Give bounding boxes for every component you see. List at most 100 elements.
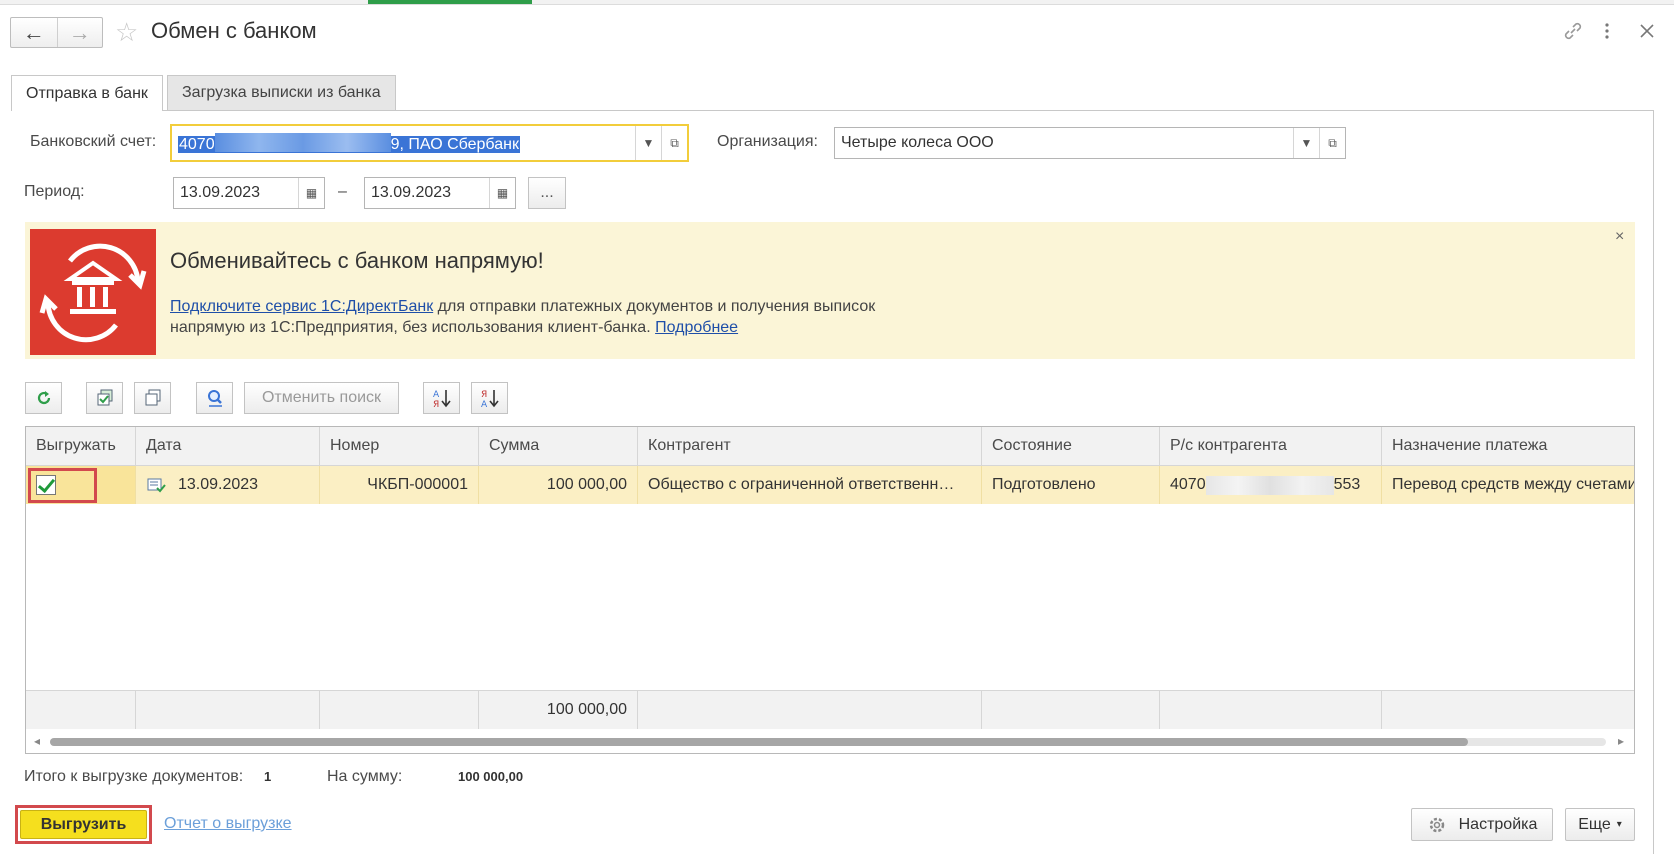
close-icon[interactable]: [1638, 20, 1656, 48]
export-checkbox[interactable]: [36, 475, 56, 495]
search-button[interactable]: [196, 382, 233, 414]
sort-descending-button[interactable]: ЯА: [471, 382, 508, 414]
export-button[interactable]: Выгрузить: [20, 810, 147, 839]
settings-label: Настройка: [1458, 815, 1538, 833]
sum-cell: 100 000,00: [479, 466, 638, 504]
table-row[interactable]: 13.09.2023 ЧКБП-000001 100 000,00 Общест…: [26, 466, 1635, 504]
bank-account-prefix: 4070: [179, 135, 215, 153]
bank-account-label: Банковский счет:: [30, 133, 157, 150]
banner-close-icon[interactable]: ×: [1615, 228, 1624, 246]
footer-sum-cell: 100 000,00: [479, 691, 638, 729]
footer-cell: [26, 691, 136, 729]
footer-cell: [320, 691, 479, 729]
link-icon[interactable]: [1562, 20, 1584, 48]
column-header-number[interactable]: Номер: [320, 427, 479, 465]
svg-text:Я: Я: [433, 400, 439, 409]
arrow-left-icon: ←: [22, 19, 45, 45]
sort-ascending-icon: АЯ: [433, 390, 451, 409]
table-header: Выгружать Дата Номер Сумма Контрагент Со…: [26, 427, 1634, 466]
banner-text: Подключите сервис 1С:ДиректБанк для отпр…: [170, 296, 930, 338]
calendar-icon[interactable]: ▦: [489, 178, 515, 208]
connect-directbank-link[interactable]: Подключите сервис 1С:ДиректБанк: [170, 298, 433, 315]
period-from-field[interactable]: 13.09.2023 ▦: [173, 177, 325, 209]
tab-load-statement[interactable]: Загрузка выписки из банка: [167, 75, 396, 110]
account-suffix: 553: [1333, 476, 1361, 493]
search-icon: [207, 390, 222, 407]
calendar-icon[interactable]: ▦: [298, 178, 324, 208]
total-sum-label: На сумму:: [327, 768, 403, 785]
counterparty-account-cell: 4070 553: [1160, 466, 1382, 504]
period-select-button[interactable]: ...: [528, 177, 566, 209]
column-header-counterparty[interactable]: Контрагент: [638, 427, 982, 465]
sort-ascending-button[interactable]: АЯ: [423, 382, 460, 414]
window-top-strip: [0, 0, 1674, 5]
document-status-icon: [147, 478, 166, 493]
dropdown-arrow-icon[interactable]: ▼: [1293, 128, 1319, 158]
scroll-left-icon[interactable]: ◂: [34, 734, 40, 748]
open-icon[interactable]: ⧉: [1319, 128, 1345, 158]
period-from-value: 13.09.2023: [180, 184, 261, 201]
more-button[interactable]: Еще ▾: [1565, 808, 1635, 841]
number-cell: ЧКБП-000001: [320, 466, 479, 504]
period-to-value: 13.09.2023: [371, 184, 452, 201]
blurred-account-digits: [214, 132, 391, 152]
documents-table: Выгружать Дата Номер Сумма Контрагент Со…: [25, 426, 1635, 754]
total-documents-label: Итого к выгрузке документов:: [24, 768, 244, 785]
bank-account-field[interactable]: 4070 9, ПАО Сбербанк ▼ ⧉: [170, 124, 689, 162]
export-cell: [26, 466, 136, 504]
column-header-sum[interactable]: Сумма: [479, 427, 638, 465]
organization-field[interactable]: Четыре колеса ООО ▼ ⧉: [834, 127, 1346, 159]
footer-cell: [638, 691, 982, 729]
column-header-counterparty-account[interactable]: Р/с контрагента: [1160, 427, 1382, 465]
column-header-date[interactable]: Дата: [136, 427, 320, 465]
period-label: Период:: [24, 183, 85, 200]
forward-button[interactable]: →: [56, 18, 103, 47]
horizontal-scrollbar[interactable]: ◂ ▸: [26, 732, 1634, 752]
panel-border: [1653, 110, 1654, 854]
state-cell: Подготовлено: [982, 466, 1160, 504]
column-header-state[interactable]: Состояние: [982, 427, 1160, 465]
date-cell: 13.09.2023: [136, 466, 320, 504]
purpose-cell: Перевод средств между счетами: [1392, 476, 1635, 493]
column-header-purpose[interactable]: Назначение платежа: [1382, 427, 1634, 465]
svg-text:Я: Я: [481, 390, 487, 400]
banner-title: Обменивайтесь с банком напрямую!: [170, 248, 544, 273]
dropdown-arrow-icon[interactable]: ▼: [635, 126, 661, 160]
organization-label: Организация:: [717, 133, 818, 150]
more-menu-icon[interactable]: [1604, 20, 1610, 48]
table-footer: 100 000,00: [26, 690, 1634, 729]
footer-cell: [136, 691, 320, 729]
refresh-icon: [37, 391, 50, 405]
tab-send-to-bank[interactable]: Отправка в банк: [11, 75, 163, 111]
tab-divider: [11, 110, 1654, 111]
total-documents-value: 1: [264, 769, 272, 784]
bank-account-suffix: 9, ПАО Сбербанк: [390, 135, 519, 153]
date-value: 13.09.2023: [178, 476, 259, 493]
banner-text-1: для отправки платежных документов и полу…: [433, 298, 876, 315]
open-icon[interactable]: ⧉: [661, 126, 687, 160]
export-button-highlight: Выгрузить: [15, 805, 152, 844]
total-sum-value: 100 000,00: [458, 769, 524, 784]
footer-cell: [982, 691, 1160, 729]
bank-exchange-icon: [30, 229, 156, 355]
more-info-link[interactable]: Подробнее: [655, 319, 738, 336]
export-report-link[interactable]: Отчет о выгрузке: [164, 815, 292, 833]
check-all-icon: [97, 389, 112, 406]
period-to-field[interactable]: 13.09.2023 ▦: [364, 177, 516, 209]
column-header-export[interactable]: Выгружать: [26, 427, 136, 465]
arrow-right-icon: →: [68, 19, 91, 45]
scroll-thumb[interactable]: [50, 738, 1468, 746]
uncheck-all-icon: [145, 389, 160, 406]
gear-icon: [1429, 817, 1444, 832]
footer-cell: [1160, 691, 1382, 729]
favorite-star-icon[interactable]: ☆: [115, 19, 138, 45]
back-button[interactable]: ←: [11, 18, 57, 47]
select-all-button[interactable]: [86, 382, 123, 414]
navigation-buttons: ← →: [10, 17, 103, 48]
sort-descending-icon: ЯА: [481, 390, 499, 409]
refresh-button[interactable]: [25, 382, 62, 414]
scroll-right-icon[interactable]: ▸: [1618, 734, 1624, 748]
cancel-search-button[interactable]: Отменить поиск: [244, 382, 399, 414]
settings-button[interactable]: Настройка: [1411, 808, 1553, 841]
deselect-all-button[interactable]: [134, 382, 171, 414]
